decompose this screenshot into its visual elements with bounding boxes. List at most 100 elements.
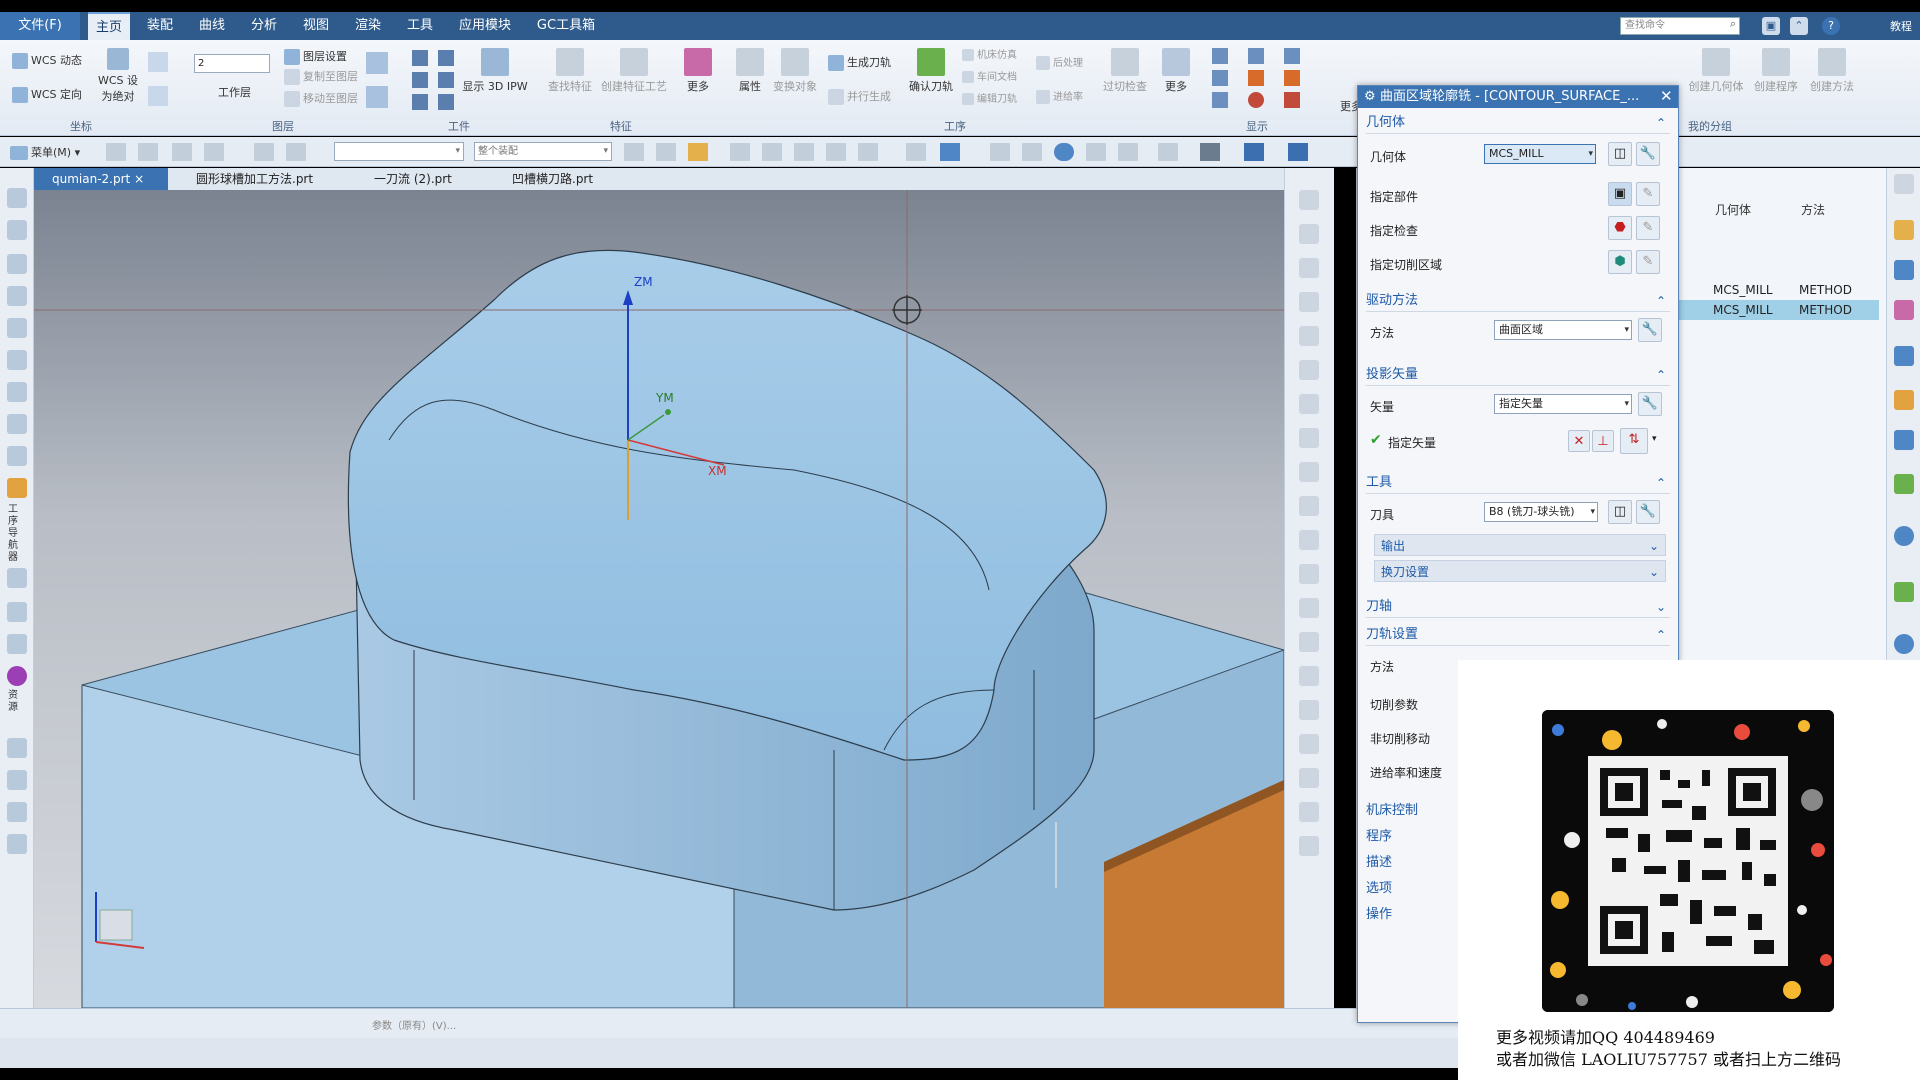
geometry-new-button[interactable]: ◫	[1608, 142, 1632, 166]
tool-icon-5[interactable]	[254, 143, 274, 161]
snap-icon-6[interactable]	[794, 143, 814, 161]
tab-groove-path[interactable]: 凹槽横刀路.prt	[494, 168, 624, 190]
nav-icon-14[interactable]	[7, 770, 27, 790]
line-tool-icon[interactable]	[1299, 190, 1319, 210]
tool-change-subsection[interactable]: 换刀设置 ⌄	[1374, 560, 1666, 582]
nav-icon-13[interactable]	[7, 738, 27, 758]
circle-tool-icon[interactable]	[1299, 258, 1319, 278]
menu-view[interactable]: 视图	[296, 12, 336, 40]
tab-one-pass[interactable]: 一刀流 (2).prt	[356, 168, 476, 190]
create-program-button[interactable]: 创建程序	[1752, 48, 1800, 94]
drive-method-select[interactable]: 曲面区域 ▾	[1494, 320, 1632, 340]
mesh-tool-icon[interactable]	[1299, 734, 1319, 754]
feed-rate-button[interactable]: 进给率	[1036, 88, 1083, 104]
wcs-dynamic-button[interactable]: WCS 动态	[12, 52, 82, 69]
inferred-vector-icon[interactable]: ⊥	[1592, 430, 1614, 452]
layer-select[interactable]: 2	[194, 54, 270, 73]
resource-label[interactable]: 资源	[8, 690, 26, 714]
tool-select[interactable]: B8 (铣刀-球头铣) ▾	[1484, 502, 1598, 522]
display-icon-9[interactable]	[1284, 92, 1300, 108]
machine-sim-button[interactable]: 机床仿真	[962, 46, 1017, 61]
workpiece-icon-6[interactable]	[438, 94, 454, 110]
reverse-direction-icon[interactable]: ✕	[1568, 430, 1590, 452]
cut-area-display-icon[interactable]: ✎	[1636, 250, 1660, 274]
geometry-edit-wrench-icon[interactable]: 🔧	[1636, 142, 1660, 166]
fit-view-icon[interactable]	[990, 143, 1010, 161]
display-icon-3[interactable]	[1212, 70, 1228, 86]
layer-category-icon[interactable]	[366, 86, 388, 108]
menu-tools[interactable]: 工具	[400, 12, 440, 40]
verify-toolpath-button[interactable]: 确认刀轨	[908, 48, 954, 94]
main-menu-button[interactable]: 菜单(M) ▾	[10, 144, 80, 160]
render-style-icon[interactable]	[1200, 143, 1220, 161]
nav-icon-6[interactable]	[7, 350, 27, 370]
nav-icon-15[interactable]	[7, 802, 27, 822]
geometry-section-header[interactable]: 几何体 ⌃	[1366, 112, 1670, 134]
part-display-icon[interactable]: ✎	[1636, 182, 1660, 206]
join-tool-icon[interactable]	[1299, 632, 1319, 652]
cut-params-label[interactable]: 切削参数	[1370, 696, 1418, 713]
window-icon[interactable]: ▣	[1762, 17, 1780, 35]
tool-icon-2[interactable]	[138, 143, 158, 161]
tutorial-link[interactable]: 教程	[1890, 18, 1912, 34]
tool-axis-section-header[interactable]: 刀轴 ⌄	[1366, 596, 1670, 618]
edit-toolpath-button[interactable]: 编辑刀轨	[962, 90, 1017, 105]
display-icon-2[interactable]	[1248, 48, 1264, 64]
wcs-origin-icon[interactable]	[148, 52, 168, 72]
parallel-generate-button[interactable]: 并行生成	[828, 88, 891, 105]
workpiece-icon-5[interactable]	[412, 94, 428, 110]
tool-icon-4[interactable]	[204, 143, 224, 161]
new-tool-button[interactable]: ◫	[1608, 500, 1632, 524]
feeds-speeds-label[interactable]: 进给率和速度	[1370, 764, 1442, 781]
settings-gear-icon[interactable]	[1894, 174, 1914, 194]
rotate-icon[interactable]	[1054, 143, 1074, 161]
snap-icon-7[interactable]	[826, 143, 846, 161]
find-feature-button[interactable]: 查找特征	[546, 48, 594, 94]
nav-icon-12[interactable]	[7, 634, 27, 654]
output-subsection[interactable]: 输出 ⌄	[1374, 534, 1666, 556]
menu-render[interactable]: 渲染	[348, 12, 388, 40]
part-nav-icon[interactable]	[1894, 300, 1914, 320]
path-settings-section-header[interactable]: 刀轨设置 ⌃	[1366, 624, 1670, 646]
command-search-input[interactable]: 查找命令	[1620, 17, 1740, 35]
assembly-nav-icon[interactable]	[1894, 220, 1914, 240]
assembly-scope-select[interactable]: 整个装配 ▾	[474, 142, 612, 161]
workpiece-icon-3[interactable]	[412, 72, 428, 88]
create-feature-process-button[interactable]: 创建特征工艺	[600, 48, 668, 94]
nav-icon-3[interactable]	[7, 254, 27, 274]
rect-tool-icon[interactable]	[1299, 292, 1319, 312]
zoom-icon[interactable]	[1022, 143, 1042, 161]
tool-icon-1[interactable]	[106, 143, 126, 161]
point-tool-icon[interactable]	[1299, 768, 1319, 788]
layer-visibility-icon[interactable]	[366, 52, 388, 74]
workpiece-icon-4[interactable]	[438, 72, 454, 88]
view-icon-1[interactable]	[906, 143, 926, 161]
operation-navigator-icon[interactable]	[7, 478, 27, 498]
text-tool-icon[interactable]	[1299, 802, 1319, 822]
drive-edit-wrench-icon[interactable]: 🔧	[1638, 318, 1662, 342]
reuse-library-icon[interactable]	[1894, 346, 1914, 366]
properties-button[interactable]: 属性	[734, 48, 766, 94]
display-icon-6[interactable]	[1248, 92, 1264, 108]
text-box-tool-icon[interactable]	[1299, 836, 1319, 856]
snap-icon-4[interactable]	[730, 143, 750, 161]
move-to-layer-button[interactable]: 移动至图层	[284, 90, 358, 107]
tool-icon-6[interactable]	[286, 143, 306, 161]
nav-icon-7[interactable]	[7, 382, 27, 402]
mirror-tool-icon[interactable]	[1299, 666, 1319, 686]
workpiece-icon-2[interactable]	[438, 50, 454, 66]
snap-icon-8[interactable]	[858, 143, 878, 161]
nav-icon-4[interactable]	[7, 286, 27, 306]
create-geometry-button[interactable]: 创建几何体	[1688, 48, 1744, 94]
view-icon-2[interactable]	[940, 143, 960, 161]
specify-check-button[interactable]: ⬣	[1608, 216, 1632, 240]
param-dropdown[interactable]: 参数（原有）(V)...	[372, 1017, 456, 1032]
spline-tool-icon[interactable]	[1299, 360, 1319, 380]
drive-section-header[interactable]: 驱动方法 ⌃	[1366, 290, 1670, 312]
extend-tool-icon[interactable]	[1299, 462, 1319, 482]
close-icon[interactable]: ×	[134, 172, 144, 186]
snap-icon-2[interactable]	[656, 143, 676, 161]
non-cut-moves-label[interactable]: 非切削移动	[1370, 730, 1430, 747]
roles-icon[interactable]	[1894, 582, 1914, 602]
projection-section-header[interactable]: 投影矢量 ⌃	[1366, 364, 1670, 386]
